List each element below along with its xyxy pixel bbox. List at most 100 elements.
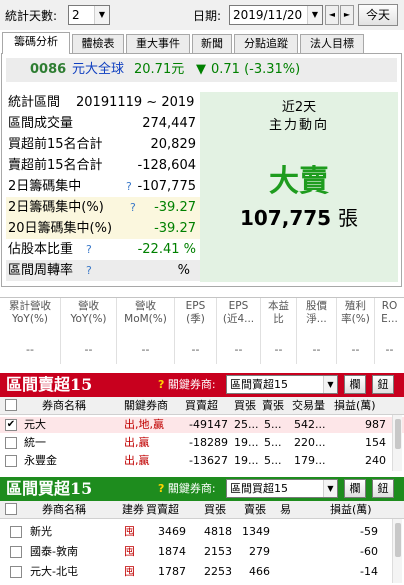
metric-value: -- — [351, 343, 360, 356]
stat-label: 2日籌碼集中(%) — [8, 200, 104, 215]
buy-table-header: 券商名稱 建券 買賣超 買張 賣張 易 損益(萬) — [0, 501, 404, 519]
next-day-button[interactable]: ► — [340, 5, 354, 25]
select-all-checkbox[interactable] — [5, 399, 17, 411]
col-sell[interactable]: 賣張 — [244, 501, 266, 519]
col-net[interactable]: 買賣超 — [185, 397, 218, 415]
broker-tags: 出,地,贏 — [124, 418, 164, 431]
help-icon[interactable]: ? — [126, 176, 132, 197]
tag-win: 贏 — [153, 418, 164, 431]
date-picker[interactable]: 2019/11/20 ▼ — [229, 5, 323, 25]
buy-value: 19... — [234, 436, 259, 449]
tag-local: 地 — [138, 418, 150, 431]
metrics-strip: 累計營收 YoY(%) -- 營收 YoY(%) -- 營收 MoM(%) -- EPS (季… — [0, 297, 404, 364]
sell-value: 279 — [249, 545, 270, 558]
help-icon[interactable]: ? — [158, 482, 164, 495]
col-buy[interactable]: 買張 — [204, 501, 226, 519]
tab-branch-tracking[interactable]: 分點追蹤 — [234, 34, 298, 54]
pnl-value: -60 — [360, 545, 378, 558]
sell-table-scrollbar[interactable] — [392, 415, 402, 471]
select-all-checkbox[interactable] — [5, 503, 17, 515]
col-broker[interactable]: 券商名稱 — [42, 501, 86, 519]
stat-2d-concentration-pct: 2日籌碼集中(%) ? -39.27 — [6, 197, 200, 218]
tab-health-check[interactable]: 體檢表 — [72, 34, 124, 54]
stat-label: 佔股本比重 — [8, 242, 74, 257]
buy-section-header: 區間買超15 ? 關鍵券商: 區間買超15 ▼ 欄 鈕 — [0, 477, 404, 501]
chevron-down-icon[interactable]: ▼ — [323, 376, 337, 393]
col-buy[interactable]: 買張 — [234, 397, 256, 415]
tab-news[interactable]: 新聞 — [192, 34, 232, 54]
tab-institution-target[interactable]: 法人目標 — [300, 34, 364, 54]
help-icon[interactable]: ? — [158, 378, 164, 391]
volume-value: 542... — [294, 418, 326, 431]
broker-name: 永豐金 — [24, 454, 57, 467]
metric-sublabel: 率(%) — [341, 313, 370, 325]
stock-code: 0086 — [30, 62, 67, 77]
buy-table-scrollbar[interactable] — [392, 519, 402, 583]
scroll-thumb[interactable] — [395, 419, 401, 449]
summary-title: 主力動向 — [268, 118, 329, 133]
table-row[interactable]: 統一 出,贏 -18289 19... 5... 220... 154 — [0, 435, 404, 451]
row-checkbox[interactable]: ✔ — [5, 419, 17, 431]
prev-day-button[interactable]: ◄ — [325, 5, 339, 25]
col-volume[interactable]: 易 — [280, 501, 291, 519]
sell-column-button[interactable]: 欄 — [344, 375, 366, 394]
buy-key-broker-select[interactable]: 區間買超15 ▼ — [226, 479, 338, 498]
row-checkbox[interactable] — [10, 566, 22, 578]
net-value: -13627 — [189, 454, 228, 467]
key-broker-label: ? 關鍵券商: — [158, 377, 216, 393]
col-net[interactable]: 買賣超 — [146, 501, 179, 519]
tag-out: 出 — [124, 454, 135, 467]
col-sell[interactable]: 賣張 — [262, 397, 284, 415]
net-value: -18289 — [189, 436, 228, 449]
metric-revenue-yoy: 營收 YoY(%) -- — [61, 298, 117, 364]
table-row[interactable]: 元大-北屯 囤 1787 2253 466 -14 — [0, 564, 404, 580]
sell-key-broker-select[interactable]: 區間賣超15 ▼ — [226, 375, 338, 394]
metric-label: 股價 — [306, 300, 327, 312]
table-row[interactable]: 新光 囤 3469 4818 1349 -59 — [0, 524, 404, 540]
stat-volume: 區間成交量 274,447 — [6, 113, 200, 134]
help-icon[interactable]: ? — [86, 239, 92, 260]
summary-amount: 107,775 — [239, 206, 332, 230]
help-icon[interactable]: ? — [130, 197, 136, 218]
stat-label: 買超前15名合計 — [8, 137, 103, 152]
chevron-down-icon[interactable]: ▼ — [323, 480, 337, 497]
stat-label: 區間周轉率 — [8, 263, 74, 278]
metric-sublabel: 淨... — [306, 313, 327, 325]
col-key-broker[interactable]: 關鍵券商 — [124, 397, 168, 415]
buy-column-button[interactable]: 欄 — [344, 479, 366, 498]
broker-tags: 出,贏 — [124, 454, 150, 467]
sell-button-settings[interactable]: 鈕 — [372, 375, 394, 394]
summary-unit: 張 — [338, 206, 359, 230]
metric-label: 累計營收 — [9, 300, 51, 312]
col-key-broker[interactable]: 建券 — [122, 501, 144, 519]
scroll-thumb[interactable] — [395, 523, 401, 557]
today-button[interactable]: 今天 — [358, 4, 398, 26]
table-row[interactable]: ✔ 元大 出,地,贏 -49147 25... 5... 542... 987 — [0, 417, 404, 433]
row-checkbox[interactable] — [10, 546, 22, 558]
col-broker[interactable]: 券商名稱 — [42, 397, 86, 415]
help-icon[interactable]: ? — [86, 260, 92, 281]
chevron-down-icon[interactable]: ▼ — [94, 6, 109, 24]
row-checkbox[interactable] — [5, 437, 17, 449]
col-volume[interactable]: 交易量 — [292, 397, 325, 415]
col-pnl[interactable]: 損益(萬) — [330, 501, 372, 519]
metric-value: -- — [385, 343, 394, 356]
summary-period: 近2天 — [281, 100, 317, 115]
metric-value: -- — [84, 343, 93, 356]
metric-value: -- — [312, 343, 321, 356]
tab-chip-analysis[interactable]: 籌碼分析 — [2, 32, 70, 54]
col-pnl[interactable]: 損益(萬) — [334, 397, 376, 415]
metric-label: 營收 — [135, 300, 156, 312]
row-checkbox[interactable] — [5, 455, 17, 467]
buy-button-settings[interactable]: 鈕 — [372, 479, 394, 498]
buy-value: 2153 — [204, 545, 232, 558]
table-row[interactable]: 國泰-敦南 囤 1874 2153 279 -60 — [0, 544, 404, 560]
chevron-down-icon[interactable]: ▼ — [307, 6, 322, 24]
metric-eps-4q: EPS (近4... -- — [217, 298, 261, 364]
stat-label: 區間成交量 — [8, 116, 74, 131]
days-select[interactable]: 2 ▼ — [68, 5, 110, 25]
row-checkbox[interactable] — [10, 526, 22, 538]
tab-major-events[interactable]: 重大事件 — [126, 34, 190, 54]
table-row[interactable]: 永豐金 出,贏 -13627 19... 5... 179... 240 — [0, 453, 404, 469]
net-value: 1787 — [158, 565, 186, 578]
